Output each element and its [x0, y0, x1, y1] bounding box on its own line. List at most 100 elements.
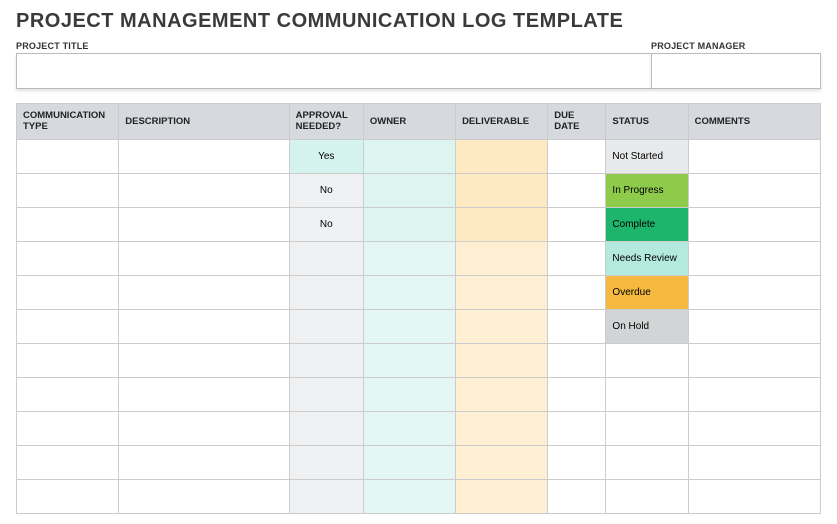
col-header-comments: COMMENTS — [688, 104, 820, 140]
col-header-owner: OWNER — [363, 104, 455, 140]
cell-status[interactable] — [606, 343, 688, 377]
cell-comments[interactable] — [688, 207, 820, 241]
cell-comments[interactable] — [688, 139, 820, 173]
cell-comments[interactable] — [688, 377, 820, 411]
cell-owner[interactable] — [363, 309, 455, 343]
cell-deliverable[interactable] — [456, 275, 548, 309]
cell-description[interactable] — [119, 445, 289, 479]
cell-type[interactable] — [17, 241, 119, 275]
cell-description[interactable] — [119, 241, 289, 275]
cell-type[interactable] — [17, 411, 119, 445]
cell-owner[interactable] — [363, 207, 455, 241]
cell-type[interactable] — [17, 207, 119, 241]
cell-due[interactable] — [548, 445, 606, 479]
cell-deliverable[interactable] — [456, 309, 548, 343]
cell-approval[interactable] — [289, 275, 363, 309]
cell-comments[interactable] — [688, 343, 820, 377]
cell-description[interactable] — [119, 275, 289, 309]
cell-owner[interactable] — [363, 411, 455, 445]
cell-description[interactable] — [119, 377, 289, 411]
cell-due[interactable] — [548, 479, 606, 513]
cell-deliverable[interactable] — [456, 377, 548, 411]
cell-description[interactable] — [119, 479, 289, 513]
cell-deliverable[interactable] — [456, 479, 548, 513]
cell-status[interactable]: Complete — [606, 207, 688, 241]
cell-type[interactable] — [17, 343, 119, 377]
cell-status[interactable] — [606, 377, 688, 411]
cell-comments[interactable] — [688, 173, 820, 207]
cell-approval[interactable]: Yes — [289, 139, 363, 173]
table-row: No Complete — [17, 207, 821, 241]
cell-owner[interactable] — [363, 377, 455, 411]
cell-due[interactable] — [548, 241, 606, 275]
cell-description[interactable] — [119, 411, 289, 445]
cell-due[interactable] — [548, 139, 606, 173]
cell-deliverable[interactable] — [456, 445, 548, 479]
col-header-deliverable: DELIVERABLE — [456, 104, 548, 140]
cell-description[interactable] — [119, 139, 289, 173]
cell-description[interactable] — [119, 173, 289, 207]
cell-approval[interactable] — [289, 343, 363, 377]
cell-type[interactable] — [17, 377, 119, 411]
cell-due[interactable] — [548, 411, 606, 445]
col-header-status: STATUS — [606, 104, 688, 140]
cell-approval[interactable] — [289, 479, 363, 513]
project-manager-input[interactable] — [651, 53, 821, 89]
cell-owner[interactable] — [363, 241, 455, 275]
cell-status[interactable] — [606, 479, 688, 513]
cell-description[interactable] — [119, 207, 289, 241]
cell-owner[interactable] — [363, 173, 455, 207]
meta-row: PROJECT TITLE PROJECT MANAGER — [16, 41, 821, 89]
cell-owner[interactable] — [363, 139, 455, 173]
cell-deliverable[interactable] — [456, 139, 548, 173]
table-row — [17, 377, 821, 411]
cell-comments[interactable] — [688, 411, 820, 445]
cell-due[interactable] — [548, 343, 606, 377]
cell-status[interactable]: Overdue — [606, 275, 688, 309]
cell-approval[interactable] — [289, 309, 363, 343]
cell-comments[interactable] — [688, 241, 820, 275]
cell-approval[interactable] — [289, 445, 363, 479]
cell-type[interactable] — [17, 139, 119, 173]
cell-comments[interactable] — [688, 479, 820, 513]
cell-owner[interactable] — [363, 479, 455, 513]
cell-status[interactable]: In Progress — [606, 173, 688, 207]
cell-type[interactable] — [17, 445, 119, 479]
cell-status[interactable] — [606, 411, 688, 445]
cell-deliverable[interactable] — [456, 343, 548, 377]
table-row — [17, 411, 821, 445]
cell-type[interactable] — [17, 479, 119, 513]
cell-status[interactable]: Not Started — [606, 139, 688, 173]
cell-type[interactable] — [17, 173, 119, 207]
cell-approval[interactable] — [289, 241, 363, 275]
cell-approval[interactable]: No — [289, 173, 363, 207]
cell-approval[interactable]: No — [289, 207, 363, 241]
cell-owner[interactable] — [363, 275, 455, 309]
cell-owner[interactable] — [363, 445, 455, 479]
page-title: PROJECT MANAGEMENT COMMUNICATION LOG TEM… — [16, 10, 821, 33]
cell-description[interactable] — [119, 309, 289, 343]
cell-deliverable[interactable] — [456, 173, 548, 207]
cell-status[interactable] — [606, 445, 688, 479]
cell-comments[interactable] — [688, 445, 820, 479]
cell-type[interactable] — [17, 275, 119, 309]
cell-due[interactable] — [548, 377, 606, 411]
cell-due[interactable] — [548, 207, 606, 241]
cell-due[interactable] — [548, 173, 606, 207]
cell-approval[interactable] — [289, 411, 363, 445]
project-manager-field: PROJECT MANAGER — [651, 41, 821, 89]
cell-deliverable[interactable] — [456, 241, 548, 275]
cell-approval[interactable] — [289, 377, 363, 411]
cell-comments[interactable] — [688, 309, 820, 343]
cell-comments[interactable] — [688, 275, 820, 309]
project-title-input[interactable] — [16, 53, 651, 89]
cell-due[interactable] — [548, 275, 606, 309]
cell-type[interactable] — [17, 309, 119, 343]
cell-deliverable[interactable] — [456, 207, 548, 241]
cell-deliverable[interactable] — [456, 411, 548, 445]
cell-owner[interactable] — [363, 343, 455, 377]
cell-description[interactable] — [119, 343, 289, 377]
cell-status[interactable]: Needs Review — [606, 241, 688, 275]
cell-status[interactable]: On Hold — [606, 309, 688, 343]
cell-due[interactable] — [548, 309, 606, 343]
